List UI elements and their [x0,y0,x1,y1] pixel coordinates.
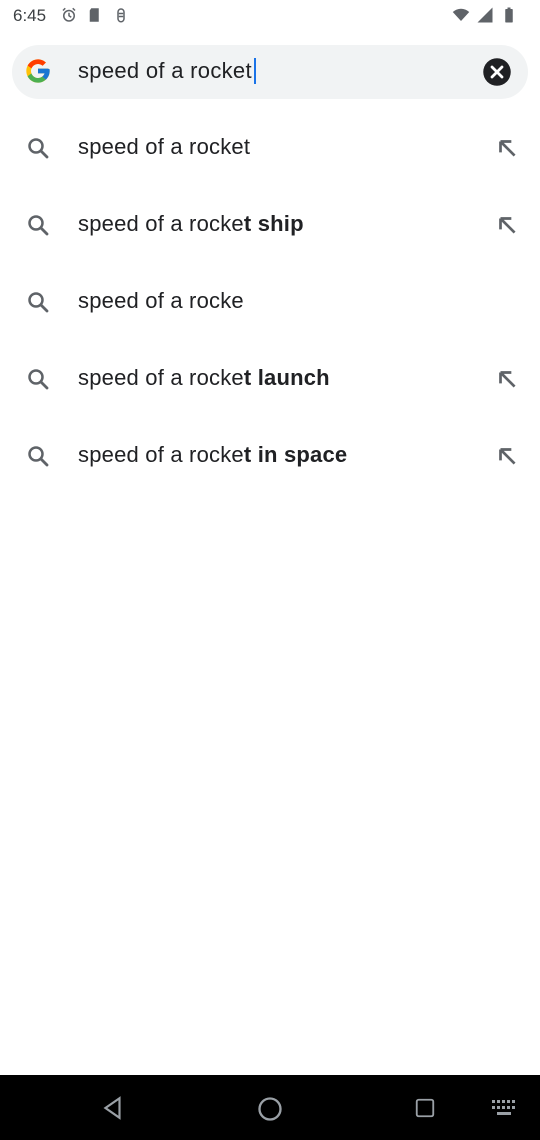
search-icon [28,215,49,236]
status-icons-left [60,6,130,24]
suggestion-item[interactable]: speed of a rocket launch [0,341,540,417]
search-icon [28,369,49,390]
back-icon[interactable] [100,1095,126,1121]
fill-query-arrow-icon[interactable] [494,212,520,238]
suggestion-item[interactable]: speed of a rocket in space [0,418,540,494]
search-bar[interactable]: speed of a rocket [12,45,528,99]
search-icon [28,292,49,313]
suggestion-label: speed of a rocke [78,288,244,313]
suggestion-item[interactable]: speed of a rocket [0,110,540,186]
sd-card-icon [89,8,99,22]
status-bar: 6:45 [0,0,540,34]
search-icon [28,446,49,467]
cloud-sync-icon [117,8,125,23]
suggestion-label: speed of a rocket ship [78,211,304,236]
cellular-icon [477,7,493,23]
status-time: 6:45 [13,6,47,25]
text-caret [253,58,256,84]
fill-query-arrow-icon[interactable] [494,366,520,392]
google-logo-icon [26,59,50,83]
suggestion-item[interactable]: speed of a rocke [0,264,540,340]
fill-query-arrow-icon[interactable] [494,135,520,161]
navigation-bar [0,1075,540,1140]
wifi-icon [452,8,470,21]
clear-search-icon[interactable] [482,57,512,87]
search-icon [28,138,49,159]
suggestion-label: speed of a rocket [78,134,251,159]
battery-icon [505,7,513,23]
status-icons-right [452,6,518,24]
home-icon[interactable] [256,1095,284,1123]
suggestion-label: speed of a rocket launch [78,365,330,390]
suggestion-item[interactable]: speed of a rocket ship [0,187,540,263]
search-input[interactable]: speed of a rocket [78,57,256,85]
keyboard-icon[interactable] [490,1097,518,1119]
search-query-text: speed of a rocket [78,58,252,83]
recents-icon[interactable] [414,1097,436,1119]
alarm-icon [62,7,76,22]
fill-query-arrow-icon[interactable] [494,443,520,469]
suggestion-label: speed of a rocket in space [78,442,348,467]
